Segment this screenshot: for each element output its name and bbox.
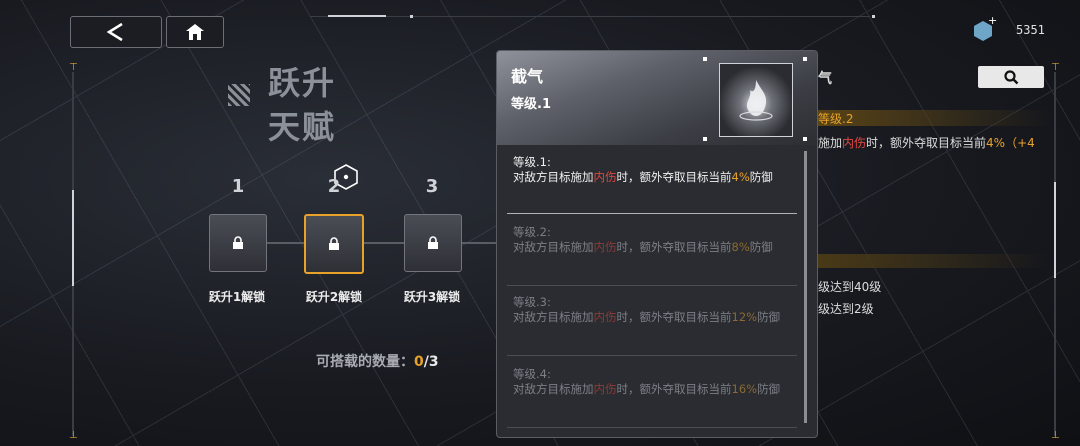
home-button[interactable]: [166, 16, 224, 48]
skill-detail-popup[interactable]: 截气 等级.1 等级.1: 对敌方目标施加内伤时，额外夺取目标当前4%防御 等级…: [496, 50, 818, 438]
decor-tick: ⊥: [69, 430, 78, 441]
popup-level-list[interactable]: 等级.1: 对敌方目标施加内伤时，额外夺取目标当前4%防御 等级.2: 对敌方目…: [497, 145, 817, 437]
divider: [507, 427, 797, 428]
right-decor-line: [1054, 72, 1056, 436]
magnify-button[interactable]: [978, 66, 1044, 88]
node-number-2: 2: [327, 176, 341, 197]
node-number-1: 1: [231, 176, 245, 197]
decor-tick: ⊤: [1051, 62, 1060, 73]
right-panel-desc: 施加内伤时，额外夺取目标当前4%（+4: [818, 136, 1035, 150]
requirement-header-bar: [816, 254, 1050, 268]
back-button[interactable]: [70, 16, 162, 48]
add-currency-icon[interactable]: +: [988, 14, 997, 27]
talent-node-2[interactable]: [304, 214, 364, 274]
popup-skill-level: 等级.1: [511, 97, 551, 112]
decor-tick: ⊤: [69, 62, 78, 73]
stripes-icon: [228, 84, 250, 106]
currency-display[interactable]: + 5351: [972, 14, 1058, 44]
level-entry-2: 等级.2: 对敌方目标施加内伤时，额外夺取目标当前8%防御: [513, 225, 773, 254]
back-arrow-icon: [106, 22, 123, 42]
capacity-current: 0: [414, 354, 424, 370]
node-connector: [364, 242, 404, 244]
requirement-2: 级达到2级: [818, 302, 874, 316]
lock-icon: [233, 236, 243, 249]
divider: [507, 213, 797, 214]
page-title: 跃升 天赋: [214, 56, 364, 152]
divider: [507, 285, 797, 286]
top-decor-bar: [310, 15, 875, 21]
node-number-3: 3: [425, 176, 439, 197]
node-connector: [266, 242, 304, 244]
currency-value: 5351: [1016, 23, 1045, 37]
right-panel-level: 等级.2: [816, 110, 1052, 126]
decor-tick: ⊥: [1051, 430, 1060, 441]
talent-node-3[interactable]: [404, 214, 462, 272]
popup-skill-name: 截气: [511, 67, 544, 86]
right-panel-skill-name: 气: [818, 71, 832, 87]
divider: [507, 355, 797, 356]
level-entry-4: 等级.4: 对敌方目标施加内伤时，额外夺取目标当前16%防御: [513, 367, 781, 396]
home-icon: [186, 24, 204, 40]
requirement-1: 级达到40级: [818, 280, 882, 294]
node-label-2: 跃升2解锁: [305, 290, 363, 304]
flame-skill-icon: [719, 63, 793, 137]
popup-scrollbar[interactable]: [804, 151, 807, 423]
node-connector: [460, 242, 496, 244]
capacity-label: 可搭载的数量：: [316, 354, 414, 370]
level-entry-1: 等级.1: 对敌方目标施加内伤时，额外夺取目标当前4%防御: [513, 155, 773, 184]
capacity-total: /3: [423, 354, 439, 370]
capacity-counter: 可搭载的数量：0/3: [316, 351, 439, 371]
popup-header: 截气 等级.1: [497, 51, 817, 145]
node-label-1: 跃升1解锁: [208, 290, 266, 304]
lock-icon: [329, 237, 339, 250]
title-line2: 天赋: [268, 108, 337, 146]
left-decor-line: [72, 72, 74, 436]
talent-node-1[interactable]: [209, 214, 267, 272]
level-entry-3: 等级.3: 对敌方目标施加内伤时，额外夺取目标当前12%防御: [513, 295, 781, 324]
lock-icon: [428, 236, 438, 249]
search-icon: [1004, 70, 1019, 85]
node-label-3: 跃升3解锁: [403, 290, 461, 304]
title-line1: 跃升: [268, 64, 337, 102]
